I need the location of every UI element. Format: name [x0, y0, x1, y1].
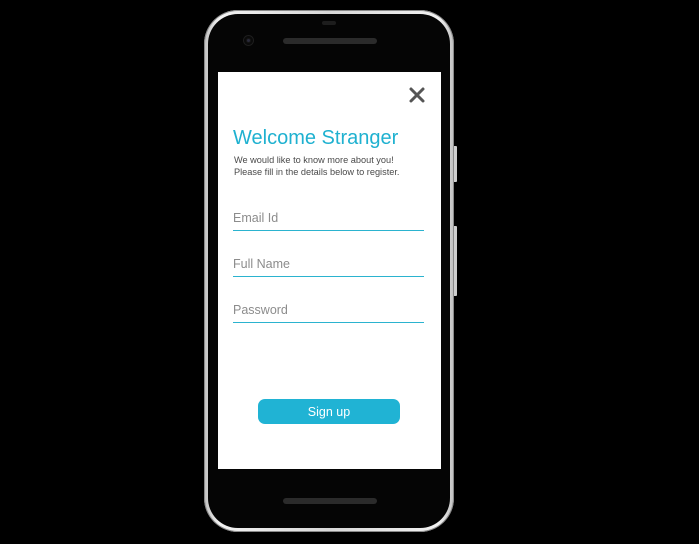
close-icon [409, 87, 425, 103]
close-button[interactable] [406, 84, 428, 106]
page-title: Welcome Stranger [233, 127, 399, 149]
front-camera-icon [244, 36, 253, 45]
stage: Welcome Stranger We would like to know m… [0, 0, 699, 544]
subtitle-line-2: Please fill in the details below to regi… [234, 166, 400, 177]
signup-screen: Welcome Stranger We would like to know m… [218, 72, 441, 469]
subtitle-line-1: We would like to know more about you! [234, 155, 394, 165]
password-field[interactable] [233, 298, 424, 323]
earpiece-speaker [283, 38, 377, 44]
page-subtitle: We would like to know more about you! Pl… [234, 155, 399, 178]
bottom-speaker [283, 498, 377, 504]
email-field[interactable] [233, 206, 424, 231]
proximity-sensor [322, 21, 336, 25]
full-name-field[interactable] [233, 252, 424, 277]
signup-button[interactable]: Sign up [258, 399, 400, 424]
